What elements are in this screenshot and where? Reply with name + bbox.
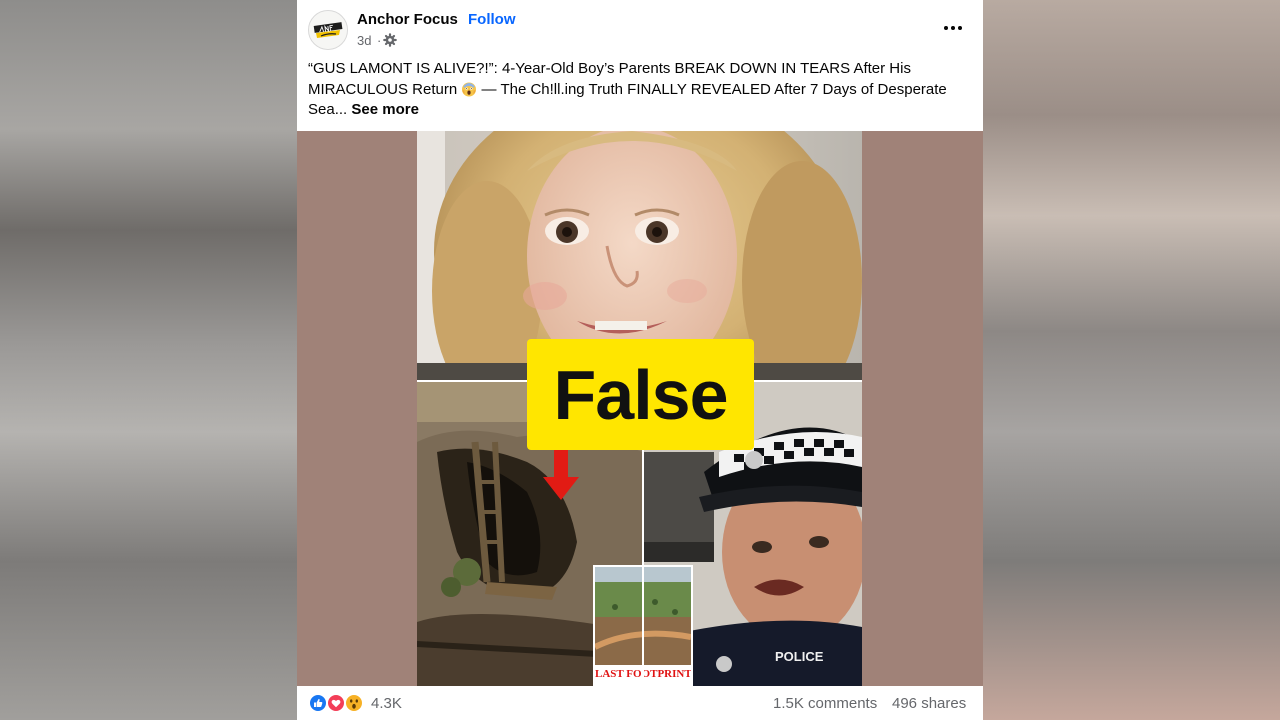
page-avatar[interactable] [308, 10, 348, 50]
time-separator: · [377, 33, 382, 48]
post-time[interactable]: 3d [357, 33, 371, 48]
post-caption: “GUS LAMONT IS ALIVE?!”: 4-Year-Old Boy’… [308, 59, 968, 121]
comments-count[interactable]: 1.5K comments [773, 695, 877, 712]
post-footer: 4.3K 1.5K comments 496 shares [297, 686, 983, 720]
police-label: POLICE [775, 649, 824, 664]
facebook-post: Anchor Focus · Follow 3d · “GUS LAMONT I… [297, 0, 983, 720]
blurred-backdrop-right [983, 0, 1280, 720]
false-rating-badge: False [527, 339, 754, 450]
post-header: Anchor Focus · Follow 3d · “GUS LAMONT I… [297, 0, 983, 130]
follow-button[interactable]: Follow [468, 11, 516, 28]
gear-icon [383, 33, 397, 47]
blurred-backdrop-left [0, 0, 297, 720]
post-image[interactable]: POLICE LAST FOOTPRINT False [297, 131, 983, 686]
reaction-count[interactable]: 4.3K [371, 695, 402, 712]
more-options-icon[interactable] [941, 16, 965, 40]
love-icon [327, 694, 345, 712]
like-icon [309, 694, 327, 712]
anchor-focus-logo [309, 11, 347, 49]
face-screaming-in-fear-emoji [462, 82, 477, 96]
name-separator: · [451, 11, 456, 28]
shares-count[interactable]: 496 shares [892, 695, 966, 712]
page-name[interactable]: Anchor Focus [357, 11, 458, 28]
reaction-icons[interactable] [309, 694, 367, 712]
wow-icon [345, 694, 363, 712]
see-more-link[interactable]: See more [351, 101, 419, 118]
